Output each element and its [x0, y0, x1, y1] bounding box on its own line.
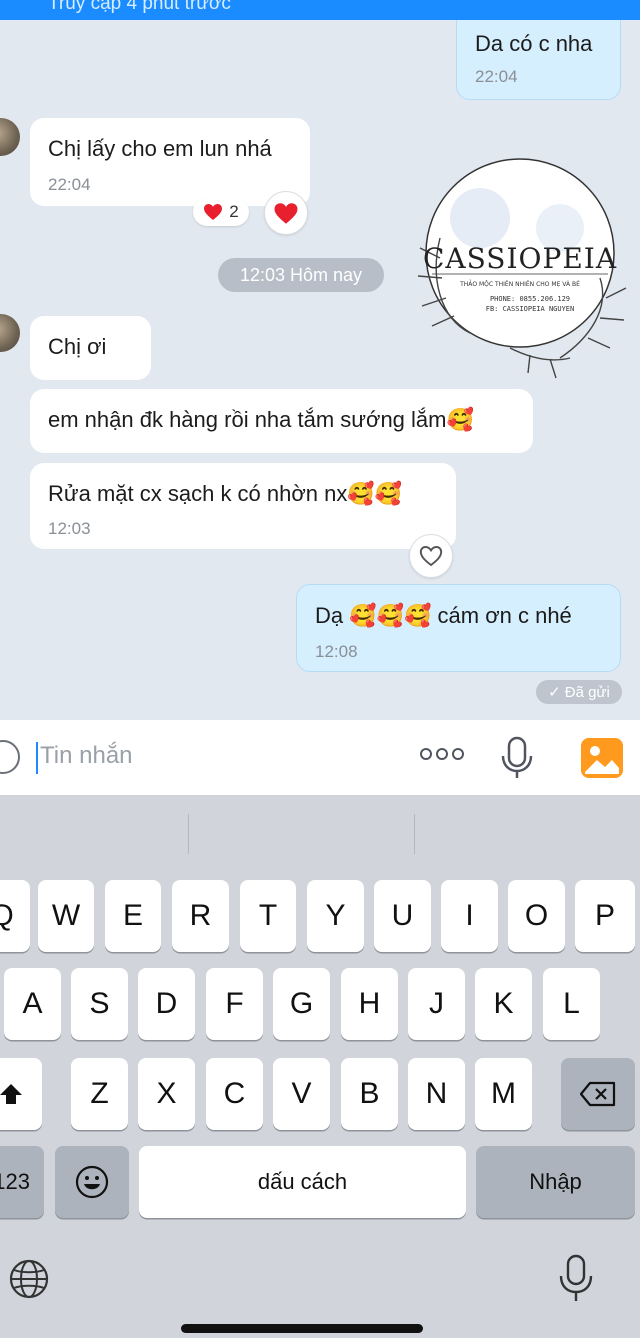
- message-time: 22:04: [48, 175, 91, 194]
- shift-arrow-icon: [0, 1084, 22, 1104]
- key-d[interactable]: D: [138, 968, 195, 1040]
- react-button[interactable]: [409, 534, 453, 578]
- voice-record-button[interactable]: [500, 736, 534, 780]
- message-bubble-incoming[interactable]: Rửa mặt cx sạch k có nhờn nx🥰🥰 12:03: [30, 463, 456, 549]
- chat-header: Truy cập 4 phút trước: [0, 0, 640, 20]
- key-f[interactable]: F: [206, 968, 263, 1040]
- key-u[interactable]: U: [374, 880, 431, 952]
- contact-avatar[interactable]: [0, 314, 20, 352]
- key-s[interactable]: S: [71, 968, 128, 1040]
- key-z[interactable]: Z: [71, 1058, 128, 1130]
- svg-text:FB: CASSIOPEIA NGUYEN: FB: CASSIOPEIA NGUYEN: [486, 305, 575, 313]
- key-w[interactable]: W: [38, 880, 94, 952]
- message-time: 12:08: [315, 642, 358, 661]
- message-input-bar: Tin nhắn: [0, 720, 640, 796]
- message-time: 22:04: [475, 67, 518, 86]
- dot-icon: [436, 748, 448, 760]
- message-text: Dạ 🥰🥰🥰 cám ơn c nhé: [315, 603, 572, 628]
- sent-status-badge: ✓ Đã gửi: [536, 680, 622, 704]
- key-q[interactable]: Q: [0, 880, 30, 952]
- key-g[interactable]: G: [273, 968, 330, 1040]
- text-cursor: [36, 742, 38, 774]
- dot-icon: [452, 748, 464, 760]
- suggestion-divider: [188, 814, 189, 854]
- key-n[interactable]: N: [408, 1058, 465, 1130]
- key-o[interactable]: O: [508, 880, 565, 952]
- message-input[interactable]: Tin nhắn: [40, 742, 133, 770]
- key-e[interactable]: E: [105, 880, 161, 952]
- backspace-key[interactable]: [561, 1058, 635, 1130]
- message-text: em nhận đk hàng rồi nha tắm sướng lắm🥰: [48, 407, 474, 432]
- suggestion-divider: [414, 814, 415, 854]
- message-bubble-incoming[interactable]: Chị ơi: [30, 316, 151, 380]
- react-button[interactable]: [264, 191, 308, 235]
- check-icon: ✓: [548, 684, 561, 701]
- space-key[interactable]: dấu cách: [139, 1146, 466, 1218]
- contact-avatar[interactable]: [0, 118, 20, 156]
- sent-status-label: Đã gửi: [564, 683, 610, 701]
- key-a[interactable]: A: [4, 968, 61, 1040]
- message-bubble-incoming[interactable]: em nhận đk hàng rồi nha tắm sướng lắm🥰: [30, 389, 533, 453]
- key-c[interactable]: C: [206, 1058, 263, 1130]
- reaction-summary[interactable]: 2: [193, 198, 249, 226]
- message-text: Chị ơi: [48, 334, 107, 359]
- message-bubble-incoming[interactable]: Chị lấy cho em lun nhá 22:04: [30, 118, 310, 206]
- shift-key[interactable]: [0, 1058, 42, 1130]
- emoji-key[interactable]: [55, 1146, 129, 1218]
- last-active-status: Truy cập 4 phút trước: [48, 0, 231, 14]
- globe-icon[interactable]: [8, 1258, 50, 1300]
- key-y[interactable]: Y: [307, 880, 364, 952]
- key-p[interactable]: P: [575, 880, 635, 952]
- dictation-microphone-icon[interactable]: [556, 1254, 596, 1304]
- key-j[interactable]: J: [408, 968, 465, 1040]
- key-t[interactable]: T: [240, 880, 296, 952]
- key-b[interactable]: B: [341, 1058, 398, 1130]
- suggestion-bar[interactable]: [0, 796, 640, 860]
- svg-text:CASSIOPEIA: CASSIOPEIA: [423, 242, 617, 275]
- heart-icon: [204, 204, 223, 220]
- message-text: Chị lấy cho em lun nhá: [48, 136, 272, 161]
- message-text: Rửa mặt cx sạch k có nhờn nx🥰🥰: [48, 481, 403, 506]
- reaction-count: 2: [229, 202, 239, 221]
- key-h[interactable]: H: [341, 968, 398, 1040]
- heart-outline-icon: [419, 546, 443, 567]
- key-m[interactable]: M: [475, 1058, 532, 1130]
- chat-area[interactable]: Da có c nha 22:04 Chị lấy cho em lun nhá…: [0, 20, 640, 720]
- message-bubble-outgoing[interactable]: Da có c nha 22:04: [456, 20, 621, 100]
- message-text: Da có c nha: [475, 31, 593, 56]
- key-v[interactable]: V: [273, 1058, 330, 1130]
- more-options-button[interactable]: [420, 748, 464, 760]
- heart-icon: [274, 202, 298, 224]
- dot-icon: [420, 748, 432, 760]
- key-r[interactable]: R: [172, 880, 229, 952]
- on-screen-keyboard: Q W E R T Y U I O P A S D F G H J K L Z …: [0, 796, 640, 1338]
- date-divider: 12:03 Hôm nay: [218, 258, 384, 292]
- message-time: 12:03: [48, 519, 91, 538]
- sticker-button[interactable]: [0, 740, 20, 774]
- key-k[interactable]: K: [475, 968, 532, 1040]
- svg-text:PHONE: 0855.206.129: PHONE: 0855.206.129: [490, 295, 570, 303]
- numbers-key[interactable]: 123: [0, 1146, 44, 1218]
- image-picker-button[interactable]: [581, 738, 623, 778]
- message-bubble-outgoing[interactable]: Dạ 🥰🥰🥰 cám ơn c nhé 12:08: [296, 584, 621, 672]
- smiley-icon: [75, 1165, 109, 1199]
- enter-key[interactable]: Nhập: [476, 1146, 635, 1218]
- svg-text:THẢO MỘC THIÊN NHIÊN CHO MẸ VÀ: THẢO MỘC THIÊN NHIÊN CHO MẸ VÀ BÉ: [459, 280, 580, 288]
- key-i[interactable]: I: [441, 880, 498, 952]
- key-l[interactable]: L: [543, 968, 600, 1040]
- key-x[interactable]: X: [138, 1058, 195, 1130]
- cassiopeia-watermark-logo: CASSIOPEIA THẢO MỘC THIÊN NHIÊN CHO MẸ V…: [417, 158, 627, 379]
- backspace-icon: [579, 1081, 616, 1107]
- home-indicator[interactable]: [181, 1324, 423, 1333]
